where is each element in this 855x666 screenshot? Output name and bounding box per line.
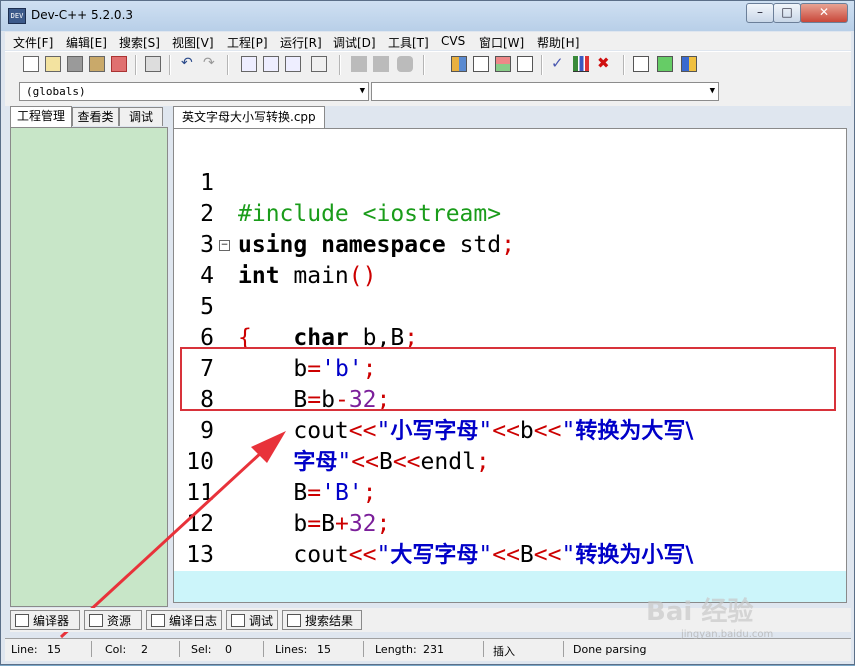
- status-sel-value: 0: [225, 643, 232, 656]
- tab-label: 搜索结果: [305, 614, 354, 628]
- tab-search-results[interactable]: 搜索结果: [282, 610, 362, 630]
- tab-compile-log[interactable]: 编译日志: [146, 610, 222, 630]
- annotation-arrow: [59, 431, 286, 639]
- status-divider: [263, 641, 264, 657]
- status-divider: [483, 641, 484, 657]
- tab-compiler[interactable]: 编译器: [10, 610, 80, 630]
- status-divider: [563, 641, 564, 657]
- status-lines-value: 15: [317, 643, 331, 656]
- status-col-label: Col:: [105, 643, 127, 656]
- status-col-value: 2: [141, 643, 148, 656]
- tab-label: 编译器: [33, 614, 70, 628]
- tab-label: 资源: [107, 614, 132, 628]
- status-message: Done parsing: [573, 643, 647, 656]
- watermark-logo: Bai 经验: [646, 597, 754, 627]
- tab-resources[interactable]: 资源: [84, 610, 142, 630]
- tab-label: 调试: [249, 614, 274, 628]
- watermark-url: jingyan.baidu.com: [681, 629, 774, 640]
- status-line-value: 15: [47, 643, 61, 656]
- status-length-value: 231: [423, 643, 444, 656]
- search-results-icon: [287, 614, 301, 627]
- status-divider: [363, 641, 364, 657]
- status-divider: [179, 641, 180, 657]
- devcpp-window: DEV Dev-C++ 5.2.0.3 – □ ✕ 文件[F] 编辑[E] 搜索…: [0, 0, 855, 665]
- resources-icon: [89, 614, 103, 627]
- tab-label: 编译日志: [169, 614, 218, 628]
- compiler-icon: [15, 614, 29, 627]
- status-divider: [91, 641, 92, 657]
- status-length-label: Length:: [375, 643, 417, 656]
- status-lines-label: Lines:: [275, 643, 308, 656]
- status-insert-mode: 插入: [493, 645, 515, 658]
- debug-check-icon: [231, 614, 245, 627]
- tab-debug-output[interactable]: 调试: [226, 610, 278, 630]
- status-bar: Line: 15 Col: 2 Sel: 0 Lines: 15 Length:…: [5, 638, 851, 661]
- status-sel-label: Sel:: [191, 643, 212, 656]
- status-line-label: Line:: [11, 643, 38, 656]
- compile-log-icon: [151, 614, 165, 627]
